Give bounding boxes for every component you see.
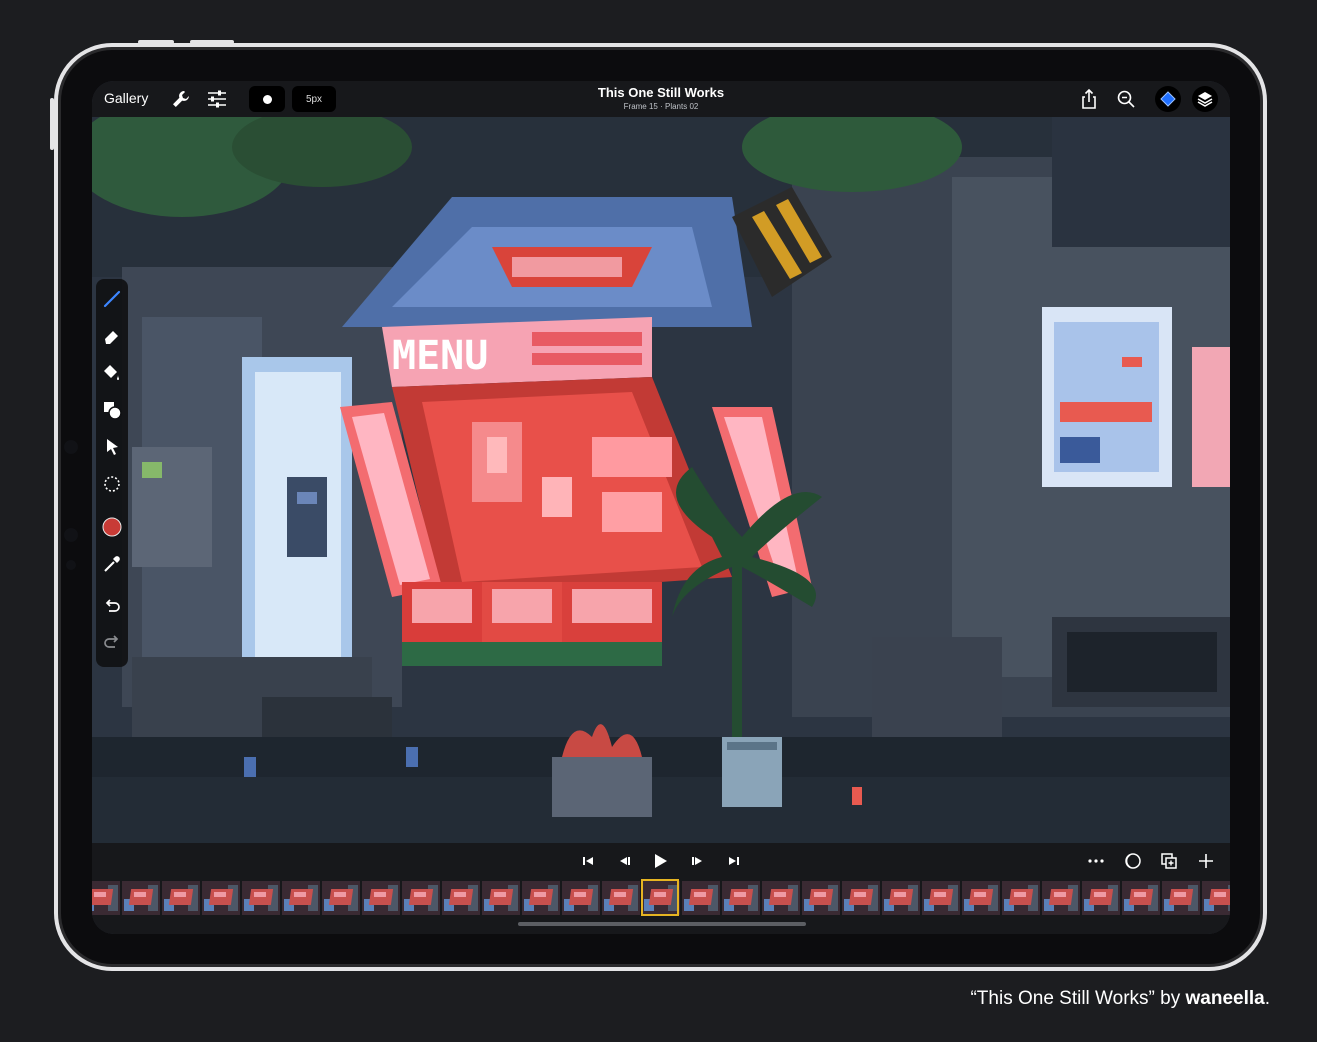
pencil-icon[interactable] — [100, 287, 124, 311]
frame-thumbnail[interactable] — [922, 881, 960, 915]
credit-author[interactable]: waneella — [1186, 988, 1265, 1009]
frame-thumbnail[interactable] — [802, 881, 840, 915]
frame-thumbnail[interactable] — [842, 881, 880, 915]
frame-thumbnail[interactable] — [762, 881, 800, 915]
frame-thumbnail[interactable] — [162, 881, 200, 915]
credit-suffix: . — [1264, 988, 1270, 1009]
lasso-icon[interactable] — [100, 472, 124, 496]
layers-icon — [1197, 92, 1213, 107]
more-icon[interactable] — [1086, 851, 1106, 871]
home-indicator[interactable] — [518, 922, 806, 926]
color-swatch-icon[interactable] — [100, 515, 124, 539]
artwork-credit: “This One Still Works” by waneella. — [970, 988, 1270, 1010]
redo-icon[interactable] — [100, 631, 124, 655]
frame-thumbnail[interactable] — [482, 881, 520, 915]
step-forward-icon[interactable] — [687, 851, 707, 871]
magnetic-connector — [64, 528, 78, 542]
frame-thumbnail[interactable] — [442, 881, 480, 915]
step-back-icon[interactable] — [615, 851, 635, 871]
duplicate-frame-icon[interactable] — [1159, 851, 1179, 871]
onion-skin-icon[interactable] — [1122, 851, 1142, 871]
selection-diamond-icon — [1160, 91, 1176, 107]
move-arrow-icon[interactable] — [100, 435, 124, 459]
frame-thumbnail[interactable] — [92, 881, 120, 915]
frame-thumbnail[interactable] — [402, 881, 440, 915]
frame-thumbnail[interactable] — [962, 881, 1000, 915]
top-toolbar: Gallery 5px This One Still Works Frame 1… — [92, 81, 1230, 117]
selected-frame-highlight[interactable] — [641, 879, 679, 916]
frame-thumbnail[interactable] — [522, 881, 560, 915]
frame-thumbnail[interactable] — [882, 881, 920, 915]
frame-thumbnail[interactable] — [682, 881, 720, 915]
playback-bar — [92, 843, 1230, 879]
frame-thumbnail[interactable] — [202, 881, 240, 915]
document-title: This One Still Works — [597, 85, 725, 100]
credit-prefix: “This One Still Works” by — [970, 988, 1186, 1009]
skip-to-end-icon[interactable] — [724, 851, 744, 871]
sensor-dot — [66, 560, 76, 570]
eyedropper-icon[interactable] — [100, 552, 124, 576]
frame-thumbnail[interactable] — [242, 881, 280, 915]
artwork-canvas[interactable]: MENU — [92, 117, 1230, 843]
frame-thumbnail[interactable] — [1082, 881, 1120, 915]
fill-bucket-icon[interactable] — [100, 361, 124, 385]
frame-timeline — [92, 879, 1230, 934]
shapes-icon[interactable] — [100, 398, 124, 422]
undo-icon[interactable] — [100, 595, 124, 619]
frame-thumbnail[interactable] — [562, 881, 600, 915]
frame-thumbnail[interactable] — [282, 881, 320, 915]
frame-thumbnail[interactable] — [1002, 881, 1040, 915]
app-screen: Gallery 5px This One Still Works Frame 1… — [92, 81, 1230, 934]
frame-thumbnail[interactable] — [1162, 881, 1200, 915]
share-icon[interactable] — [1078, 88, 1100, 110]
menu-sign-text: MENU — [392, 333, 488, 379]
frame-thumbnail[interactable] — [602, 881, 640, 915]
selection-button[interactable] — [1155, 86, 1181, 112]
document-subtitle: Frame 15 · Plants 02 — [623, 102, 699, 111]
eraser-icon[interactable] — [100, 324, 124, 348]
frame-thumbnail[interactable] — [1202, 881, 1230, 915]
play-icon[interactable] — [650, 851, 670, 871]
frame-thumbnail[interactable] — [1122, 881, 1160, 915]
frame-thumbnail[interactable] — [1042, 881, 1080, 915]
frame-thumbnail[interactable] — [322, 881, 360, 915]
add-frame-icon[interactable] — [1196, 851, 1216, 871]
layers-button[interactable] — [1192, 86, 1218, 112]
skip-to-start-icon[interactable] — [578, 851, 598, 871]
frame-thumbnail[interactable] — [362, 881, 400, 915]
zoom-icon[interactable] — [1115, 88, 1137, 110]
frame-thumbnail[interactable] — [722, 881, 760, 915]
frame-thumbnail[interactable] — [122, 881, 160, 915]
pencil-charger — [64, 440, 78, 454]
left-tool-bar — [96, 279, 128, 667]
